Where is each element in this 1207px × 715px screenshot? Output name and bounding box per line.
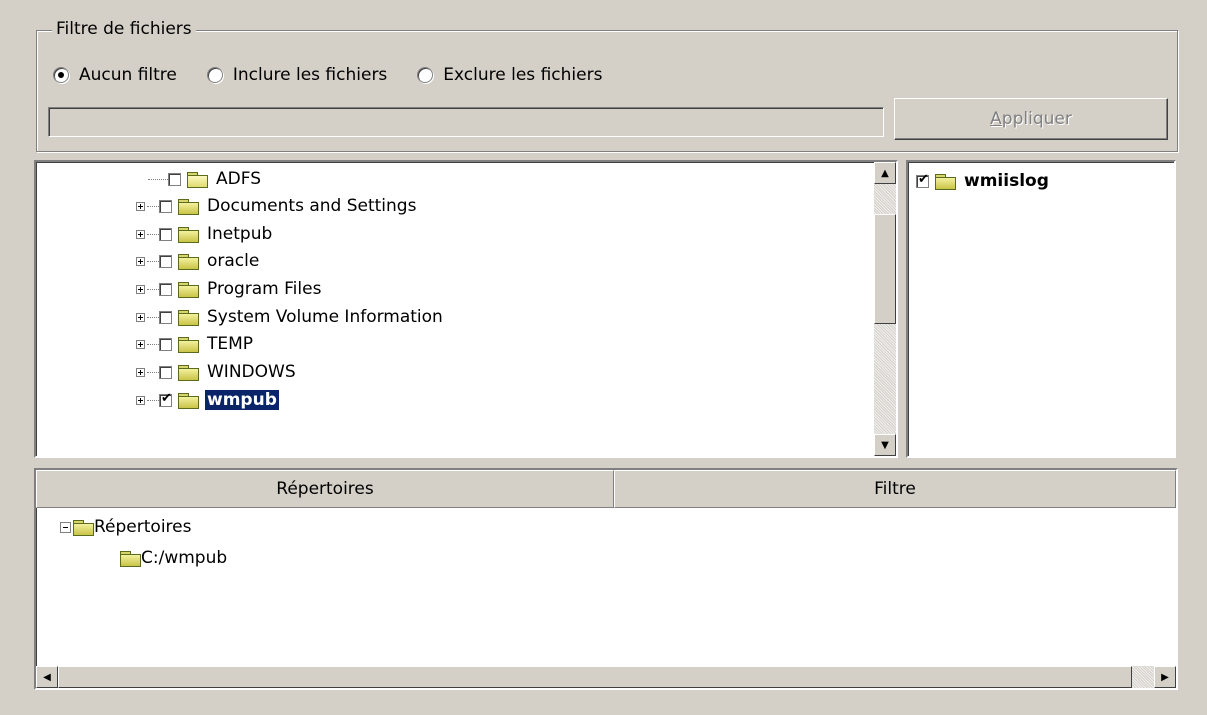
tree-item-temp[interactable]: TEMP <box>136 331 255 357</box>
apply-label-rest: ppliquer <box>1001 109 1072 129</box>
directory-filter-list[interactable]: Répertoires Filtre Répertoires C:/wmpub … <box>34 468 1178 690</box>
expand-plus-icon[interactable] <box>136 367 145 377</box>
tree-connector <box>147 371 159 373</box>
expand-plus-icon[interactable] <box>136 339 145 349</box>
file-filter-legend: Filtre de fichiers <box>52 17 196 41</box>
tree-item-label: System Volume Information <box>207 307 443 327</box>
tree-item-program-files[interactable]: Program Files <box>136 276 323 302</box>
tree-vertical-scrollbar[interactable]: ▲ ▼ <box>874 162 896 456</box>
radio-include-files[interactable]: Inclure les fichiers <box>206 65 388 85</box>
tree-item-checkbox[interactable] <box>159 282 172 296</box>
tree-item-label-selected: wmpub <box>204 389 280 411</box>
tree-item-checkbox[interactable] <box>159 337 172 351</box>
column-header-repertoires[interactable]: Répertoires <box>36 470 614 508</box>
radio-button-selected[interactable] <box>53 67 69 83</box>
radio-exclude-files-label: Exclure les fichiers <box>443 65 603 85</box>
open-folder-icon <box>187 171 208 188</box>
scroll-left-arrow-icon[interactable]: ◀ <box>36 666 58 688</box>
folder-icon <box>178 253 199 270</box>
scroll-right-arrow-icon[interactable]: ▶ <box>1154 666 1176 688</box>
subfolder-item-wmiislog[interactable]: wmiislog <box>916 168 1051 194</box>
column-header-label: Répertoires <box>276 479 374 499</box>
scroll-down-arrow-icon[interactable]: ▼ <box>874 434 896 456</box>
tree-connector <box>148 178 168 180</box>
folder-icon <box>178 336 199 353</box>
tree-connector <box>147 260 159 262</box>
apply-button-label: Appliquer <box>990 109 1072 129</box>
subfolder-list[interactable]: wmiislog <box>906 160 1176 458</box>
filter-mode-radio-group: Aucun filtre Inclure les fichiers Exclur… <box>53 62 632 88</box>
tree-connector <box>147 316 159 318</box>
tree-item-adfs[interactable]: ADFS <box>136 166 263 192</box>
list-item-directory[interactable]: C:/wmpub <box>120 545 227 571</box>
tree-item-checkbox[interactable] <box>159 365 172 379</box>
scroll-thumb[interactable] <box>58 666 1132 688</box>
subfolder-label: wmiislog <box>964 171 1049 191</box>
tree-item-checkbox[interactable] <box>159 254 172 268</box>
expand-plus-icon[interactable] <box>136 395 145 405</box>
tree-item-label: TEMP <box>207 334 254 354</box>
expand-plus-icon[interactable] <box>136 312 145 322</box>
scroll-thumb[interactable] <box>874 214 896 324</box>
tree-item-system-volume-information[interactable]: System Volume Information <box>136 304 445 330</box>
tree-connector <box>147 343 159 345</box>
tree-item-checkbox[interactable] <box>159 227 172 241</box>
radio-no-filter-label: Aucun filtre <box>79 65 177 85</box>
folder-icon <box>178 281 199 298</box>
expand-plus-icon[interactable] <box>136 229 145 239</box>
radio-button[interactable] <box>206 67 223 83</box>
tree-item-label: Documents and Settings <box>207 196 417 216</box>
expand-plus-icon[interactable] <box>136 284 145 294</box>
folder-icon <box>178 392 199 409</box>
tree-item-label: ADFS <box>216 169 261 189</box>
tree-item-checkbox[interactable] <box>168 172 181 186</box>
radio-no-filter[interactable]: Aucun filtre <box>53 65 177 85</box>
folder-icon <box>935 173 956 190</box>
column-header-label: Filtre <box>874 479 916 499</box>
tree-connector <box>147 288 159 290</box>
folder-icon <box>178 364 199 381</box>
tree-item-windows[interactable]: WINDOWS <box>136 359 298 385</box>
tree-item-label: Program Files <box>207 279 322 299</box>
list-root-repertoires[interactable]: Répertoires <box>60 514 191 540</box>
tree-item-oracle[interactable]: oracle <box>136 248 261 274</box>
tree-connector <box>147 233 159 235</box>
subfolder-checkbox-checked[interactable] <box>916 172 929 188</box>
tree-item-checkbox-checked[interactable] <box>159 391 172 407</box>
tree-item-wmpub[interactable]: wmpub <box>136 387 280 413</box>
tree-item-checkbox[interactable] <box>159 310 172 324</box>
tree-item-checkbox[interactable] <box>159 199 172 213</box>
expand-plus-icon[interactable] <box>136 256 145 266</box>
tree-item-documents-and-settings[interactable]: Documents and Settings <box>136 193 418 219</box>
tree-connector <box>147 205 159 207</box>
radio-exclude-files[interactable]: Exclure les fichiers <box>417 65 602 85</box>
folder-icon <box>120 550 141 567</box>
radio-button[interactable] <box>417 67 434 83</box>
collapse-minus-icon[interactable] <box>60 521 71 533</box>
expand-plus-icon[interactable] <box>136 201 145 211</box>
tree-connector <box>147 399 159 401</box>
tree-item-label: WINDOWS <box>207 362 296 382</box>
list-root-label: Répertoires <box>94 517 192 537</box>
folder-icon <box>178 226 199 243</box>
tree-item-label: oracle <box>207 251 260 271</box>
filter-pattern-input[interactable] <box>48 107 884 137</box>
apply-accesskey: A <box>990 109 1002 129</box>
scroll-up-arrow-icon[interactable]: ▲ <box>874 162 896 184</box>
folder-tree[interactable]: ADFS Documents and Settings Inetpub orac… <box>34 160 898 458</box>
column-header-filtre[interactable]: Filtre <box>614 470 1176 508</box>
folder-icon <box>178 198 199 215</box>
folder-icon <box>178 309 199 326</box>
folder-icon <box>73 519 94 536</box>
list-item-path: C:/wmpub <box>141 548 228 568</box>
tree-item-label: Inetpub <box>207 224 273 244</box>
radio-include-files-label: Inclure les fichiers <box>232 65 388 85</box>
tree-item-inetpub[interactable]: Inetpub <box>136 221 274 247</box>
list-horizontal-scrollbar[interactable]: ◀ ▶ <box>36 666 1176 688</box>
apply-button[interactable]: Appliquer <box>894 98 1168 140</box>
